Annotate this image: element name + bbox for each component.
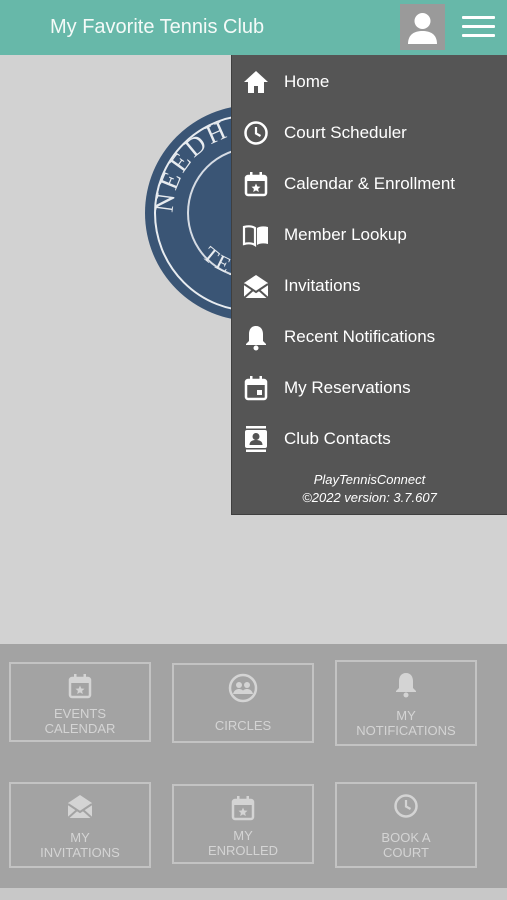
tile-label-line1: BOOK A bbox=[381, 830, 431, 845]
hamburger-icon bbox=[462, 16, 495, 19]
footer-version: ©2022 version: 3.7.607 bbox=[302, 490, 437, 505]
calendar-star-icon bbox=[231, 796, 255, 821]
tile-label-line2: INVITATIONS bbox=[40, 845, 120, 860]
person-icon bbox=[408, 13, 437, 44]
hamburger-menu-button[interactable] bbox=[462, 16, 495, 38]
footer-brand: PlayTennisConnect bbox=[313, 472, 426, 487]
menu-item-label: Club Contacts bbox=[284, 429, 391, 448]
quick-actions-panel: EVENTS CALENDAR CIRCLES MY NOTIFICATIONS… bbox=[0, 644, 507, 890]
menu-footer: PlayTennisConnect ©2022 version: 3.7.607 bbox=[232, 471, 507, 507]
menu-item-label: Court Scheduler bbox=[284, 123, 407, 142]
tile-label-line2: ENROLLED bbox=[207, 843, 279, 858]
tile-my-invitations[interactable]: MY INVITATIONS bbox=[9, 782, 151, 868]
tile-my-enrolled[interactable]: MY ENROLLED bbox=[172, 784, 314, 864]
menu-item-invitations[interactable]: Invitations bbox=[232, 260, 507, 311]
profile-button[interactable] bbox=[400, 4, 445, 50]
menu-item-label: Recent Notifications bbox=[284, 327, 436, 346]
bell-icon bbox=[396, 673, 416, 698]
home-icon bbox=[244, 71, 268, 93]
nav-dropdown-menu: Home Court Scheduler Calendar & Enrollme… bbox=[231, 55, 507, 515]
tile-label-line1: MY bbox=[233, 828, 253, 843]
tile-label-line1: MY bbox=[70, 830, 90, 845]
tile-label-line2: NOTIFICATIONS bbox=[356, 723, 456, 738]
menu-item-calendar-enrollment[interactable]: Calendar & Enrollment bbox=[232, 158, 507, 209]
bell-icon bbox=[246, 326, 266, 351]
tile-label-line1: MY bbox=[396, 708, 416, 723]
menu-item-court-scheduler[interactable]: Court Scheduler bbox=[232, 107, 507, 158]
contacts-icon bbox=[245, 426, 267, 452]
menu-item-club-contacts[interactable]: Club Contacts bbox=[232, 413, 507, 464]
envelope-icon bbox=[67, 795, 93, 819]
clock-icon bbox=[394, 794, 418, 818]
clock-icon bbox=[244, 121, 268, 145]
app-header: My Favorite Tennis Club bbox=[0, 0, 507, 55]
menu-item-member-lookup[interactable]: Member Lookup bbox=[232, 209, 507, 260]
tile-circles[interactable]: CIRCLES bbox=[172, 663, 314, 743]
menu-item-label: Invitations bbox=[284, 276, 361, 295]
menu-item-recent-notifications[interactable]: Recent Notifications bbox=[232, 311, 507, 362]
menu-item-my-reservations[interactable]: My Reservations bbox=[232, 362, 507, 413]
book-icon bbox=[242, 225, 268, 248]
calendar-star-icon bbox=[68, 674, 92, 699]
envelope-icon bbox=[243, 275, 269, 299]
circles-icon bbox=[228, 673, 258, 703]
menu-item-home[interactable]: Home bbox=[232, 56, 507, 107]
calendar-star-icon bbox=[244, 172, 268, 197]
calendar-icon bbox=[244, 376, 268, 401]
bottom-strip bbox=[0, 888, 507, 900]
menu-item-label: My Reservations bbox=[284, 378, 411, 397]
tile-label-line2: COURT bbox=[383, 845, 429, 860]
tile-my-notifications[interactable]: MY NOTIFICATIONS bbox=[335, 660, 477, 746]
menu-item-label: Member Lookup bbox=[284, 225, 407, 244]
tile-label-line2: CALENDAR bbox=[44, 721, 116, 736]
tile-events-calendar[interactable]: EVENTS CALENDAR bbox=[9, 662, 151, 742]
menu-item-label: Home bbox=[284, 72, 330, 91]
menu-item-label: Calendar & Enrollment bbox=[284, 174, 456, 193]
tile-label-line1: EVENTS bbox=[53, 706, 106, 721]
tile-book-a-court[interactable]: BOOK A COURT bbox=[335, 782, 477, 868]
app-title: My Favorite Tennis Club bbox=[50, 16, 265, 38]
tile-label-line1: CIRCLES bbox=[214, 718, 272, 733]
